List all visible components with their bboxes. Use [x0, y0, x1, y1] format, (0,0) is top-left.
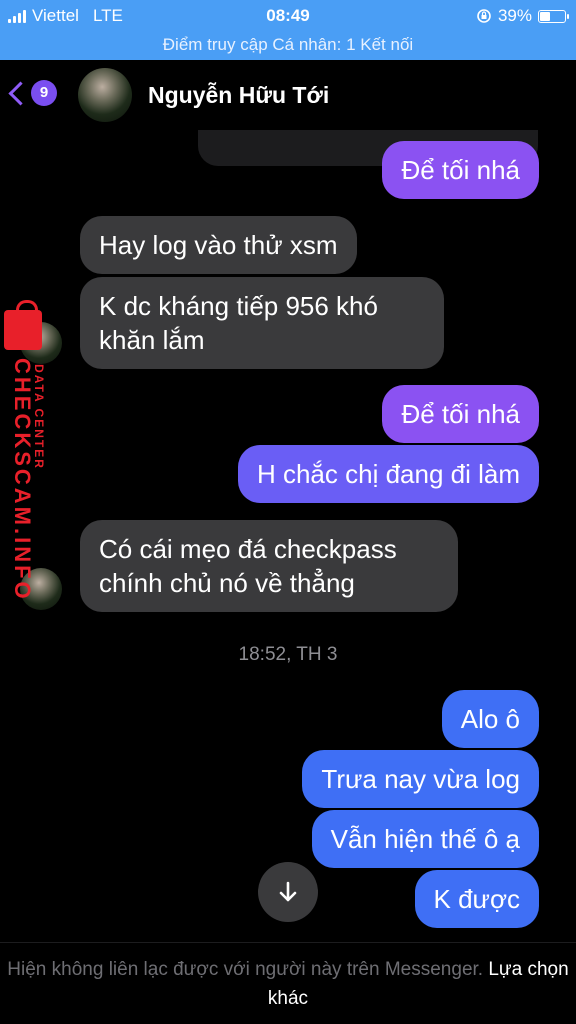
chevron-left-icon — [8, 80, 33, 106]
scroll-to-bottom-button[interactable] — [258, 862, 318, 922]
conversation-header: 9 Nguyễn Hữu Tới — [0, 60, 576, 130]
unavailable-notice: Hiện không liên lạc được với người này t… — [7, 959, 484, 980]
message-bubble[interactable]: Alo ô — [441, 690, 539, 748]
footer: Hiện không liên lạc được với người này t… — [0, 942, 576, 1024]
watermark-title: CHECKSCAM.INFO — [10, 358, 35, 602]
lock-icon — [4, 300, 42, 350]
battery-icon — [538, 9, 569, 23]
hotspot-banner[interactable]: Điểm truy cập Cá nhân: 1 Kết nối — [0, 33, 576, 60]
watermark: DATA CENTER CHECKSCAM.INFO — [2, 300, 62, 602]
arrow-down-icon — [279, 881, 297, 902]
avatar[interactable] — [78, 68, 132, 122]
message-bubble[interactable]: Vẫn hiện thế ô ạ — [311, 810, 539, 868]
message-bubble[interactable]: Có cái mẹo đá checkpass chính chủ nó về … — [80, 520, 458, 612]
timestamp: 18:52, TH 3 — [238, 644, 338, 665]
message-list[interactable]: Để tối nhá Hay log vào thử xsm K dc khán… — [0, 130, 576, 942]
message-bubble[interactable]: Để tối nhá — [382, 141, 539, 199]
message-bubble[interactable]: Trưa nay vừa log — [302, 750, 539, 808]
message-bubble[interactable]: H chắc chị đang đi làm — [237, 445, 539, 503]
contact-name[interactable]: Nguyễn Hữu Tới — [148, 82, 329, 109]
back-button[interactable]: 9 — [8, 80, 57, 106]
message-bubble[interactable]: K được — [414, 870, 539, 928]
status-bar: Viettel LTE 08:49 39% — [0, 0, 576, 33]
battery-percent: 39% — [497, 6, 532, 25]
unread-badge: 9 — [31, 80, 57, 106]
orientation-lock-icon — [477, 9, 491, 23]
message-bubble[interactable]: K dc kháng tiếp 956 khó khăn lắm — [80, 277, 444, 369]
message-bubble[interactable]: Để tối nhá — [382, 385, 539, 443]
message-bubble[interactable]: Hay log vào thử xsm — [80, 216, 357, 274]
